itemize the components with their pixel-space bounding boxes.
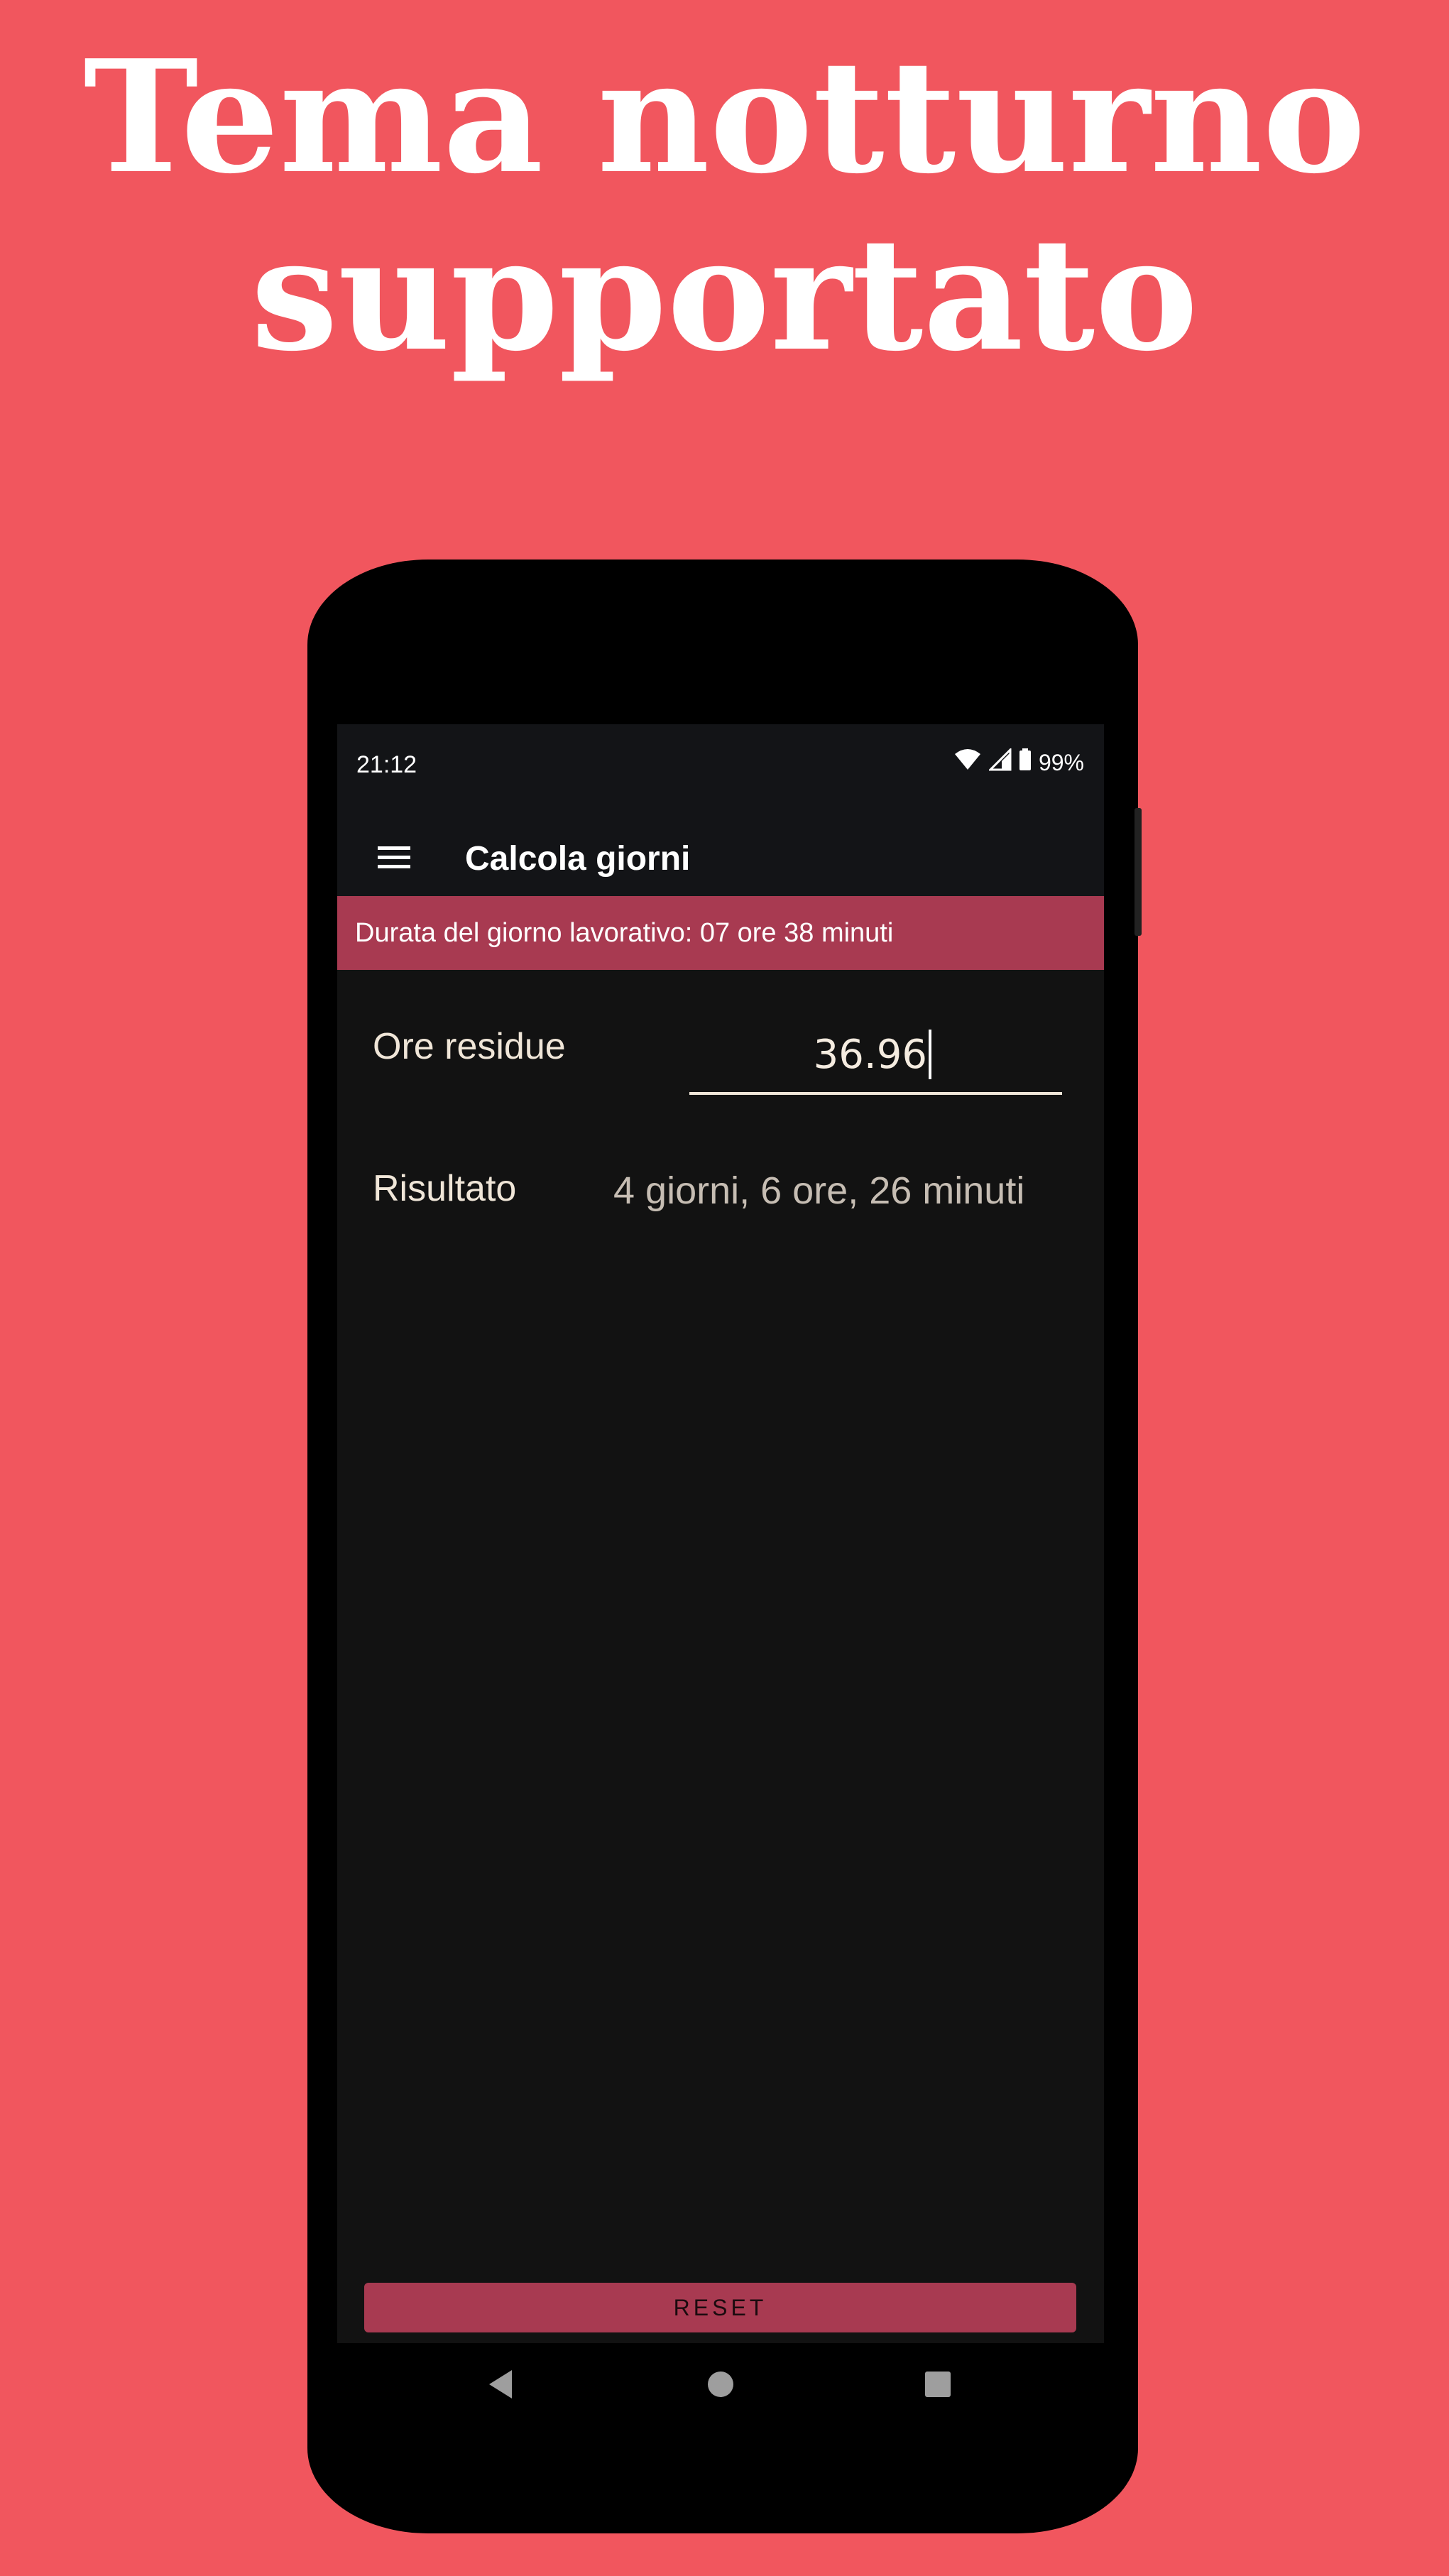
reset-button[interactable]: RESET (364, 2283, 1076, 2332)
signal-icon (988, 747, 1012, 777)
workday-duration-banner: Durata del giorno lavorativo: 07 ore 38 … (337, 896, 1104, 970)
status-time: 21:12 (356, 751, 417, 778)
wifi-icon (953, 748, 982, 777)
home-button[interactable] (692, 2357, 749, 2414)
menu-button[interactable] (366, 831, 422, 888)
battery-level: 99% (1038, 749, 1084, 775)
navigation-bar (337, 2343, 1104, 2428)
hours-input-container[interactable] (689, 1015, 1062, 1095)
hours-label: Ore residue (373, 1026, 566, 1067)
battery-icon (1019, 748, 1032, 777)
recents-button[interactable] (909, 2357, 966, 2414)
promo-headline-line2: supportato (251, 204, 1198, 386)
app-screen: 21:12 99% Calcola giorni Durata del gior… (337, 724, 1104, 2343)
back-button[interactable] (472, 2357, 529, 2414)
app-title: Calcola giorni (465, 840, 691, 878)
home-icon (706, 2370, 735, 2402)
recents-icon (924, 2370, 952, 2402)
phone-side-button (1134, 808, 1142, 936)
promo-headline-line1: Tema notturno (83, 26, 1366, 208)
status-bar: 21:12 99% (337, 724, 1104, 809)
promo-headline: Tema notturno supportato (0, 28, 1449, 383)
hamburger-menu-icon (376, 844, 412, 875)
result-label: Risultato (373, 1168, 517, 1209)
hours-input[interactable] (689, 1030, 927, 1079)
back-icon (486, 2369, 515, 2403)
status-icons: 99% (953, 747, 1084, 777)
result-value: 4 giorni, 6 ore, 26 minuti (613, 1169, 1025, 1212)
app-bar: Calcola giorni (337, 809, 1104, 910)
text-caret (929, 1030, 931, 1079)
